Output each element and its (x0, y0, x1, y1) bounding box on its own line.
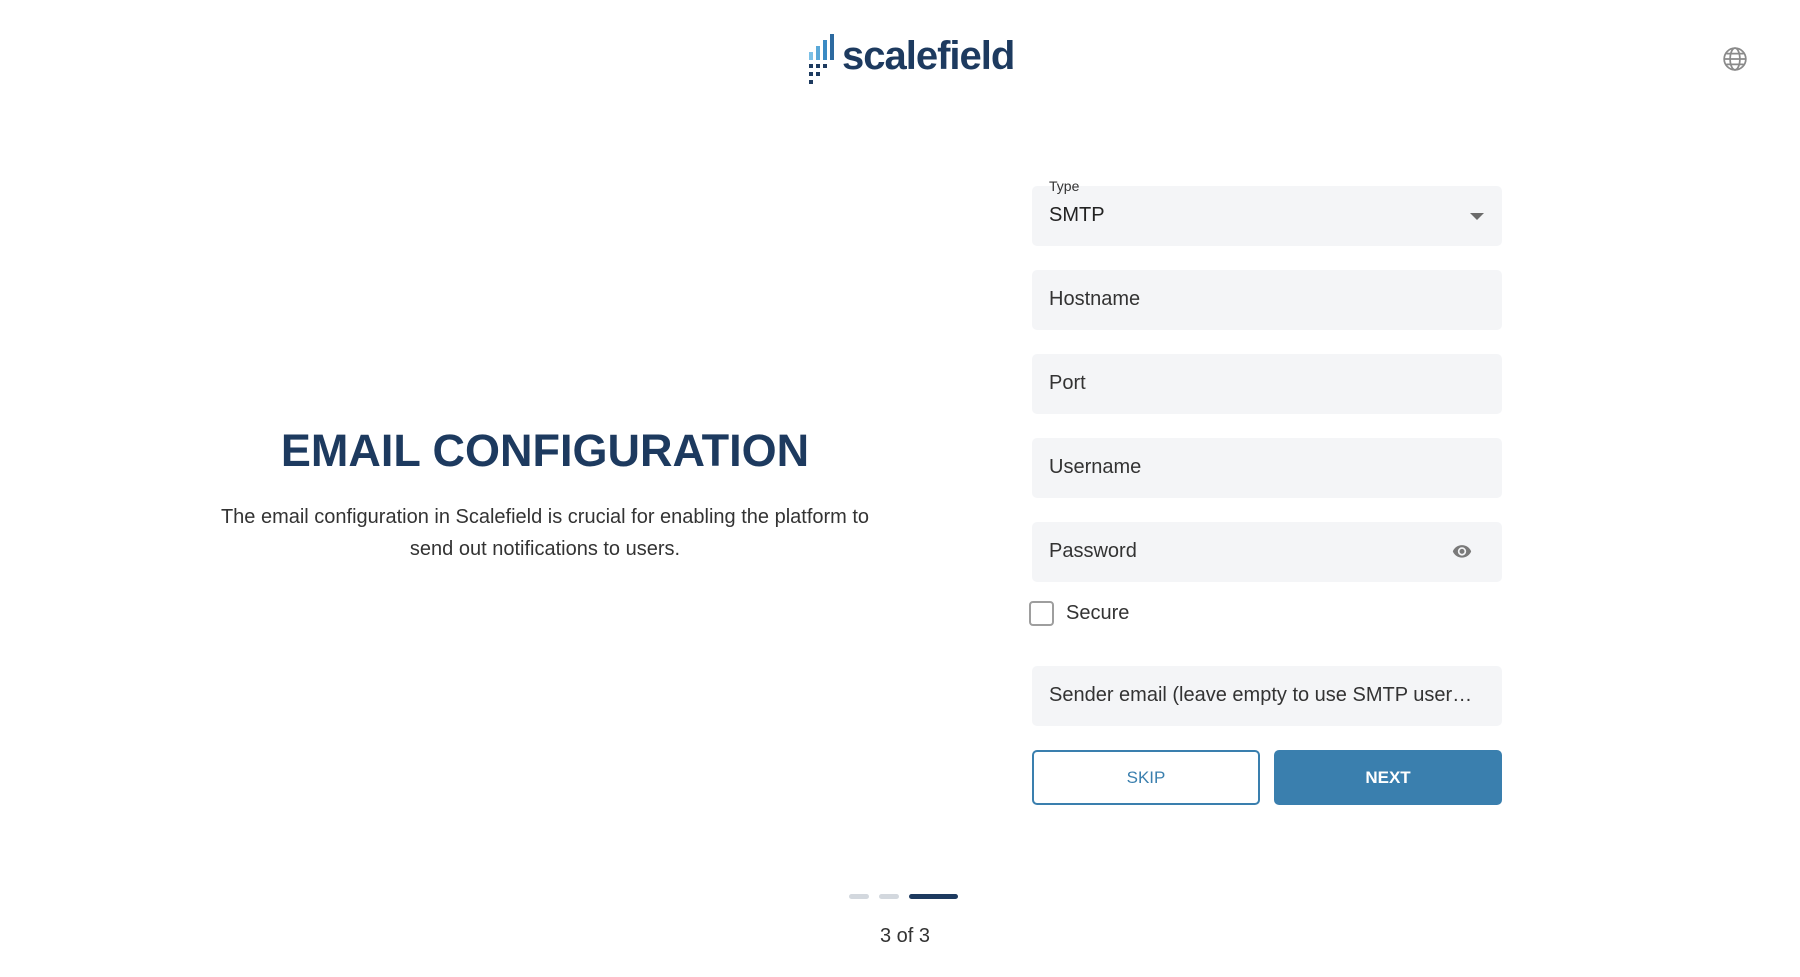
logo-mark-icon (809, 34, 834, 84)
port-field[interactable]: Port (1032, 354, 1502, 414)
form-actions: SKIP NEXT (1032, 750, 1502, 805)
step-indicator-1 (849, 894, 869, 899)
username-field[interactable]: Username (1032, 438, 1502, 498)
port-placeholder: Port (1049, 372, 1086, 394)
language-button[interactable] (1720, 44, 1750, 74)
intro-section: EMAIL CONFIGURATION The email configurat… (190, 425, 900, 565)
email-config-form: Type SMTP Hostname Port Username Passwor… (1029, 178, 1502, 805)
secure-row: Secure (1029, 598, 1502, 628)
page-description: The email configuration in Scalefield is… (220, 506, 870, 560)
logo-text: scalefield (842, 34, 1015, 78)
sender-email-field[interactable]: Sender email (leave empty to use SMTP us… (1032, 666, 1502, 726)
password-field[interactable]: Password (1032, 522, 1502, 582)
eye-icon[interactable] (1450, 541, 1474, 561)
next-button[interactable]: NEXT (1274, 750, 1502, 805)
type-select[interactable]: Type SMTP (1032, 178, 1502, 246)
hostname-field[interactable]: Hostname (1032, 270, 1502, 330)
hostname-placeholder: Hostname (1049, 288, 1141, 310)
secure-checkbox[interactable] (1029, 600, 1054, 626)
secure-label: Secure (1066, 601, 1130, 624)
sender-email-placeholder: Sender email (leave empty to use SMTP us… (1049, 684, 1479, 706)
skip-button[interactable]: SKIP (1032, 750, 1260, 805)
step-indicator-2 (879, 894, 899, 899)
header: scalefield (0, 0, 1800, 110)
step-counter: 3 of 3 (879, 925, 931, 947)
type-value: SMTP (1049, 204, 1105, 226)
password-placeholder: Password (1049, 540, 1137, 562)
step-pager (849, 894, 958, 899)
type-label: Type (1049, 178, 1080, 194)
page-title: EMAIL CONFIGURATION (280, 425, 810, 476)
username-placeholder: Username (1049, 456, 1142, 478)
globe-icon (1723, 47, 1747, 71)
scalefield-logo: scalefield (804, 30, 1015, 88)
step-indicator-3 (909, 894, 958, 899)
chevron-down-icon (1470, 213, 1484, 220)
